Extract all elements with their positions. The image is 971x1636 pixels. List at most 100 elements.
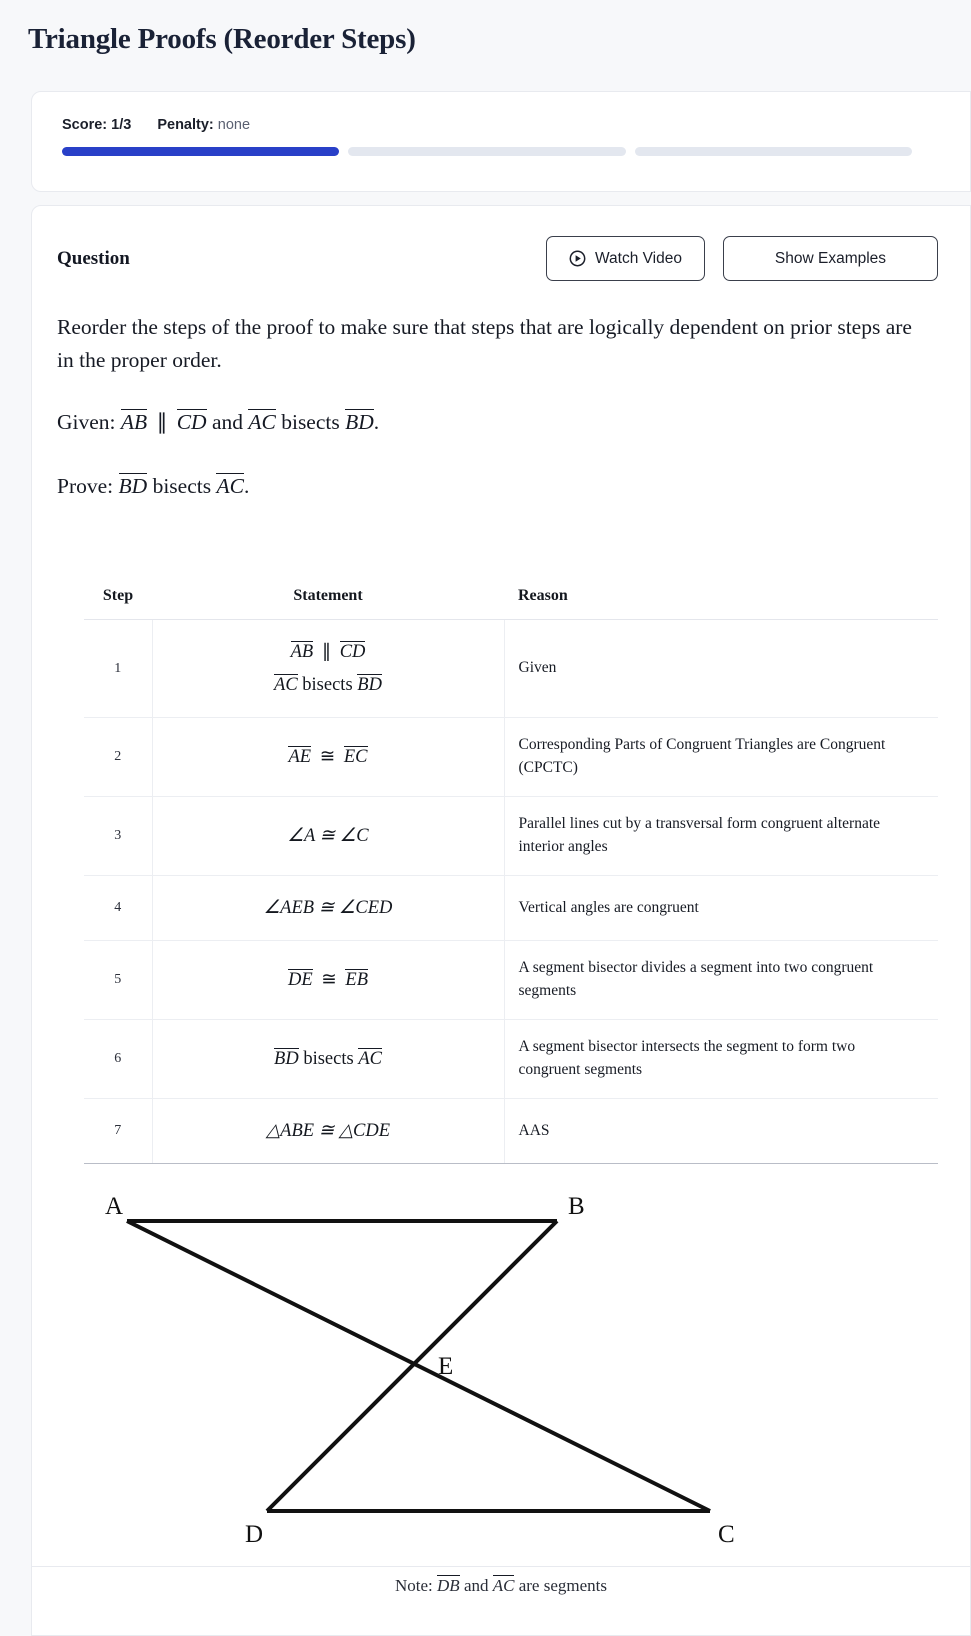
given-statement: Given: AB ∥ CD and AC bisects BD.	[32, 376, 970, 435]
given-segment-cd: CD	[176, 409, 207, 435]
score-card: Score: 1/3 Penalty: none	[31, 91, 971, 192]
given-segment-bd: BD	[345, 409, 374, 435]
vertex-label-a: A	[105, 1193, 123, 1220]
score-value: 1/3	[111, 117, 132, 133]
table-header-row: Step Statement Reason	[84, 579, 938, 621]
header-statement: Statement	[152, 579, 504, 621]
note-segment-db: DB	[437, 1575, 460, 1596]
score-line: Score: 1/3 Penalty: none	[32, 92, 970, 133]
segment-ec: EC	[343, 745, 368, 767]
question-card: Question Watch Video Show Examples Reord…	[31, 205, 971, 1636]
row-reason: AAS	[503, 1098, 938, 1164]
row-reason: A segment bisector divides a segment int…	[503, 940, 938, 1021]
prove-period: .	[243, 474, 250, 499]
given-segment-ac: AC	[248, 409, 276, 435]
play-circle-icon	[569, 250, 586, 267]
row-statement: AB ∥ CD AC bisects BD	[151, 619, 504, 719]
prove-label: Prove:	[57, 474, 114, 499]
row-reason: Parallel lines cut by a transversal form…	[503, 796, 938, 876]
row-statement: ∠AEB ≅ ∠CED	[151, 875, 504, 942]
row-step: 5	[84, 940, 152, 1021]
page-title: Triangle Proofs (Reorder Steps)	[28, 23, 416, 55]
geometry-diagram: A B E D C	[32, 1166, 970, 1566]
note-segment-ac: AC	[492, 1575, 515, 1596]
header-reason: Reason	[504, 579, 938, 621]
bisects-verb: bisects	[302, 674, 353, 695]
question-actions: Watch Video Show Examples	[545, 236, 938, 281]
row-step: 6	[84, 1019, 152, 1099]
proof-table: Step Statement Reason 1 AB ∥ CD AC bisec…	[84, 579, 938, 1164]
table-row[interactable]: 6 BD bisects AC A segment bisector inter…	[84, 1019, 938, 1099]
vertex-label-b: B	[568, 1193, 585, 1220]
progress-segment-3	[634, 147, 912, 156]
progress-segment-1	[62, 147, 340, 156]
row-statement: DE ≅ EB	[151, 940, 504, 1021]
row-step: 2	[84, 717, 152, 797]
congruent-symbol: ≅	[321, 969, 337, 990]
question-header: Question Watch Video Show Examples	[32, 206, 970, 281]
table-row[interactable]: 3 ∠A ≅ ∠C Parallel lines cut by a transv…	[84, 796, 938, 876]
row-step: 3	[84, 796, 152, 876]
score-text: Score: 1/3	[62, 117, 131, 133]
row-step: 4	[84, 875, 152, 942]
question-prompt: Reorder the steps of the proof to make s…	[57, 315, 912, 372]
angle-congruence: ∠AEB ≅ ∠CED	[263, 897, 393, 918]
row-reason: A segment bisector intersects the segmen…	[503, 1019, 938, 1099]
penalty-value: none	[217, 117, 251, 133]
prove-segment-ac: AC	[216, 473, 244, 499]
segment-eb: EB	[345, 968, 369, 990]
segment-bd: BD	[274, 1047, 299, 1069]
progress-segment-2	[348, 147, 626, 156]
triangle-congruence: △ABE ≅ △CDE	[265, 1120, 391, 1141]
statement-line-2: AC bisects BD	[163, 669, 494, 701]
row-reason: Corresponding Parts of Congruent Triangl…	[503, 717, 938, 797]
watch-video-label: Watch Video	[594, 249, 682, 267]
segment-ac: AC	[274, 673, 298, 695]
watch-video-button[interactable]: Watch Video	[545, 236, 705, 281]
score-label: Score:	[62, 117, 108, 133]
row-step: 7	[114, 1123, 122, 1139]
angle-congruence: ∠A ≅ ∠C	[287, 825, 369, 846]
table-row[interactable]: 4 ∠AEB ≅ ∠CED Vertical angles are congru…	[84, 875, 938, 942]
row-reason: Vertical angles are congruent	[503, 875, 938, 942]
segment-cd: CD	[339, 641, 366, 663]
prove-statement: Prove: BD bisects AC.	[32, 435, 970, 499]
table-row[interactable]: 2 AE ≅ EC Corresponding Parts of Congrue…	[84, 717, 938, 797]
parallel-symbol: ∥	[321, 642, 332, 663]
given-connector: and	[211, 410, 243, 435]
exercise-page: Triangle Proofs (Reorder Steps) Score: 1…	[0, 0, 971, 1636]
given-verb: bisects	[281, 410, 340, 435]
segment-ac: AC	[358, 1047, 382, 1069]
table-row[interactable]: 1 AB ∥ CD AC bisects BD Given	[84, 619, 938, 719]
given-label: Given:	[57, 410, 116, 435]
row-statement: ∠A ≅ ∠C	[151, 796, 504, 876]
table-row[interactable]: 7 △ABE ≅ △CDE AAS	[84, 1098, 938, 1164]
given-period: .	[373, 410, 380, 435]
question-heading: Question	[57, 247, 130, 269]
diagram-note: Note: DB and AC are segments	[32, 1567, 970, 1596]
row-step: 1	[84, 619, 152, 719]
proof-table-wrapper: Step Statement Reason 1 AB ∥ CD AC bisec…	[84, 579, 938, 1165]
bisects-verb: bisects	[303, 1048, 354, 1069]
note-suffix: are segments	[518, 1576, 607, 1596]
statement-line-1: AB ∥ CD	[163, 636, 494, 668]
table-row[interactable]: 5 DE ≅ EB A segment bisector divides a s…	[84, 940, 938, 1021]
segment-de: DE	[287, 968, 313, 990]
header-step: Step	[84, 579, 152, 621]
row-statement: AE ≅ EC	[151, 717, 504, 797]
segment-ae: AE	[288, 745, 312, 767]
show-examples-label: Show Examples	[774, 249, 887, 267]
vertex-label-e: E	[438, 1353, 453, 1380]
row-statement: BD bisects AC	[151, 1019, 504, 1099]
given-segment-ab: AB	[120, 409, 148, 435]
show-examples-button[interactable]: Show Examples	[723, 236, 938, 281]
note-prefix: Note:	[394, 1576, 433, 1596]
prove-verb: bisects	[152, 474, 212, 499]
parallel-symbol: ∥	[156, 410, 168, 435]
segment-bd: BD	[357, 673, 382, 695]
penalty-label: Penalty:	[157, 117, 214, 133]
prove-segment-bd: BD	[118, 473, 148, 499]
note-connector: and	[463, 1576, 489, 1596]
vertex-label-c: C	[718, 1521, 735, 1548]
row-reason: Given	[503, 619, 938, 719]
